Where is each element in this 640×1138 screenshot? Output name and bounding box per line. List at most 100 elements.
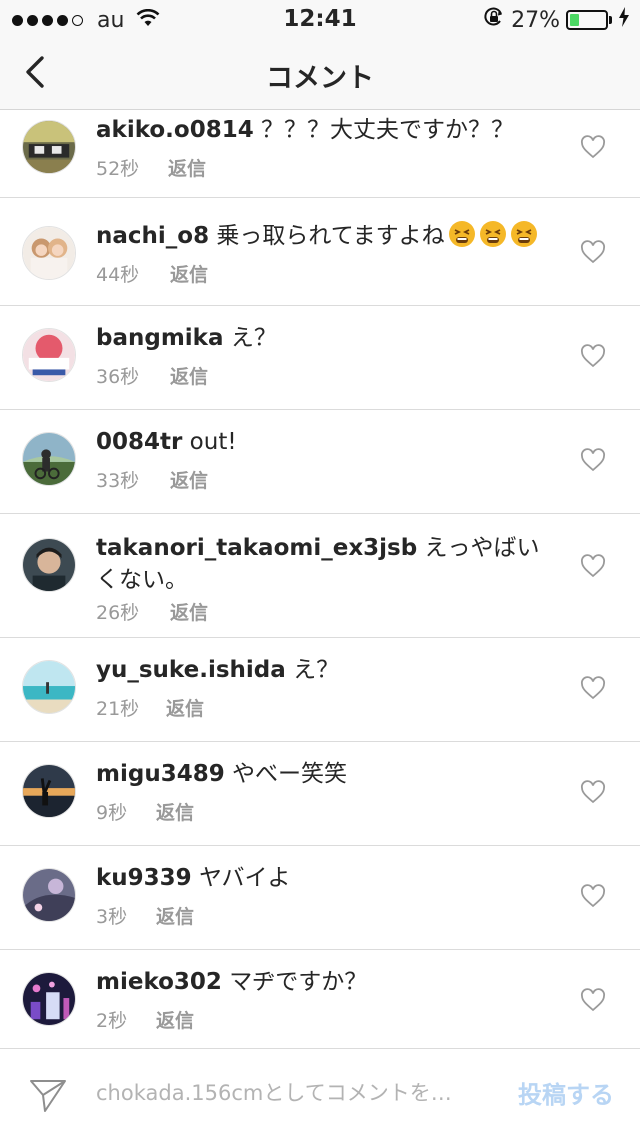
comment-item: 0084tr out! 33秒 返信 (0, 410, 640, 514)
comment-username[interactable]: nachi_o8 (96, 223, 209, 249)
heart-icon (581, 988, 605, 1012)
comment-text: mieko302 マヂですか？ (96, 966, 560, 998)
status-bar: au 12:41 27% (0, 0, 640, 36)
avatar[interactable] (22, 868, 76, 922)
comment-composer: 投稿する (0, 1048, 640, 1138)
comment-item: takanori_takaomi_ex3jsb えっやばいくない。 26秒 返信 (0, 514, 640, 638)
heart-icon (581, 240, 605, 264)
comment-item: akiko.o0814 ？？？大丈夫ですか？？ 52秒 返信 (0, 110, 640, 198)
comment-body: え？ (293, 657, 340, 683)
like-button[interactable] (580, 988, 606, 1012)
comment-username[interactable]: yu_suke.ishida (96, 657, 286, 683)
avatar[interactable] (22, 120, 76, 174)
reply-button[interactable]: 返信 (170, 598, 208, 625)
reply-button[interactable]: 返信 (170, 466, 208, 493)
reply-button[interactable]: 返信 (170, 260, 208, 287)
reply-button[interactable]: 返信 (170, 362, 208, 389)
tired-face-emoji-icon (510, 220, 538, 248)
comment-text: yu_suke.ishida え？ (96, 654, 560, 686)
heart-icon (581, 344, 605, 368)
comment-meta: 33秒 返信 (96, 466, 208, 493)
reply-button[interactable]: 返信 (156, 798, 194, 825)
heart-icon (581, 448, 605, 472)
comment-text: nachi_o8 乗っ取られてますよね (96, 220, 560, 252)
comment-text: akiko.o0814 ？？？大丈夫ですか？？ (96, 114, 560, 146)
comment-username[interactable]: bangmika (96, 325, 224, 351)
like-button[interactable] (580, 240, 606, 264)
comment-text: takanori_takaomi_ex3jsb えっやばいくない。 (96, 532, 560, 596)
comment-username[interactable]: akiko.o0814 (96, 117, 254, 143)
like-button[interactable] (580, 135, 606, 159)
comment-meta: 36秒 返信 (96, 362, 208, 389)
post-button[interactable]: 投稿する (518, 1075, 614, 1110)
avatar[interactable] (22, 328, 76, 382)
comment-body: ヤバイよ (199, 865, 291, 891)
comment-time: 26秒 (96, 602, 140, 624)
avatar[interactable] (22, 432, 76, 486)
orientation-lock-icon (483, 6, 505, 34)
avatar[interactable] (22, 660, 76, 714)
comment-meta: 9秒 返信 (96, 798, 194, 825)
like-button[interactable] (580, 884, 606, 908)
nav-bar: コメント (0, 36, 640, 110)
comment-body: え？ (230, 325, 277, 351)
avatar[interactable] (22, 538, 76, 592)
comment-body: out! (189, 429, 237, 455)
heart-icon (581, 554, 605, 578)
like-button[interactable] (580, 676, 606, 700)
comment-item: nachi_o8 乗っ取られてますよね 44秒 返信 (0, 198, 640, 306)
comment-body: ？？？大丈夫ですか？？ (261, 117, 515, 143)
comment-time: 52秒 (96, 158, 140, 180)
comment-text: 0084tr out! (96, 426, 560, 458)
avatar[interactable] (22, 972, 76, 1026)
heart-icon (581, 884, 605, 908)
battery-percent: 27% (511, 7, 560, 33)
comment-meta: 44秒 返信 (96, 260, 208, 287)
page-title: コメント (266, 63, 374, 94)
heart-icon (581, 676, 605, 700)
reply-button[interactable]: 返信 (156, 902, 194, 929)
comment-time: 21秒 (96, 698, 140, 720)
direct-send-icon[interactable] (28, 1075, 68, 1115)
comment-username[interactable]: ku9339 (96, 865, 192, 891)
tired-face-emoji-icon (479, 220, 507, 248)
comment-username[interactable]: mieko302 (96, 969, 222, 995)
comment-username[interactable]: 0084tr (96, 429, 182, 455)
comment-text: migu3489 やべー笑笑 (96, 758, 560, 790)
avatar[interactable] (22, 226, 76, 280)
comment-item: yu_suke.ishida え？ 21秒 返信 (0, 638, 640, 742)
comment-time: 33秒 (96, 470, 140, 492)
like-button[interactable] (580, 448, 606, 472)
battery-cap (609, 16, 612, 24)
comment-input[interactable] (96, 1073, 484, 1113)
reply-button[interactable]: 返信 (168, 154, 206, 181)
battery-icon (566, 10, 608, 30)
reply-button[interactable]: 返信 (166, 694, 204, 721)
reply-button[interactable]: 返信 (156, 1006, 194, 1033)
comment-meta: 21秒 返信 (96, 694, 204, 721)
avatar[interactable] (22, 764, 76, 818)
comment-time: 3秒 (96, 906, 128, 928)
comment-body: やべー笑笑 (232, 761, 348, 787)
comment-item: bangmika え？ 36秒 返信 (0, 306, 640, 410)
comment-time: 44秒 (96, 264, 140, 286)
comment-text: ku9339 ヤバイよ (96, 862, 560, 894)
like-button[interactable] (580, 554, 606, 578)
comment-list: akiko.o0814 ？？？大丈夫ですか？？ 52秒 返信 nachi_o8 乗… (0, 110, 640, 1054)
comment-item: mieko302 マヂですか？ 2秒 返信 (0, 950, 640, 1054)
battery-area: 27% (483, 6, 630, 34)
comment-meta: 52秒 返信 (96, 154, 206, 181)
comment-meta: 3秒 返信 (96, 902, 194, 929)
comment-item: migu3489 やべー笑笑 9秒 返信 (0, 742, 640, 846)
comment-username[interactable]: takanori_takaomi_ex3jsb (96, 535, 417, 561)
comment-username[interactable]: migu3489 (96, 761, 225, 787)
comment-time: 9秒 (96, 802, 128, 824)
like-button[interactable] (580, 344, 606, 368)
heart-icon (581, 135, 605, 159)
comment-item: ku9339 ヤバイよ 3秒 返信 (0, 846, 640, 950)
like-button[interactable] (580, 780, 606, 804)
comment-time: 2秒 (96, 1010, 128, 1032)
comment-meta: 26秒 返信 (96, 598, 208, 625)
comment-text: bangmika え？ (96, 322, 560, 354)
comment-body: マヂですか？ (229, 969, 368, 995)
